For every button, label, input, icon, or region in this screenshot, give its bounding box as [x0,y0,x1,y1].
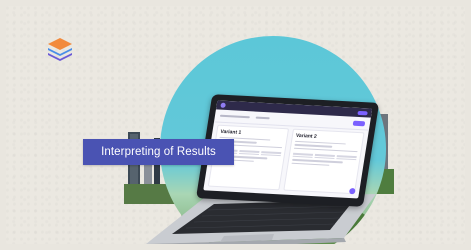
primary-action-button[interactable] [352,120,366,126]
caption-label: Interpreting of Results [83,139,234,165]
variant-card-2[interactable]: Variant 2 [283,128,365,195]
banner-frame: Variant 1 Variant 2 Interpreting of Resu… [6,6,465,244]
user-menu-button[interactable] [357,110,368,115]
laptop: Variant 1 Variant 2 [126,94,380,244]
app-logo-icon [220,102,226,108]
stacked-layers-logo-icon [48,38,72,61]
